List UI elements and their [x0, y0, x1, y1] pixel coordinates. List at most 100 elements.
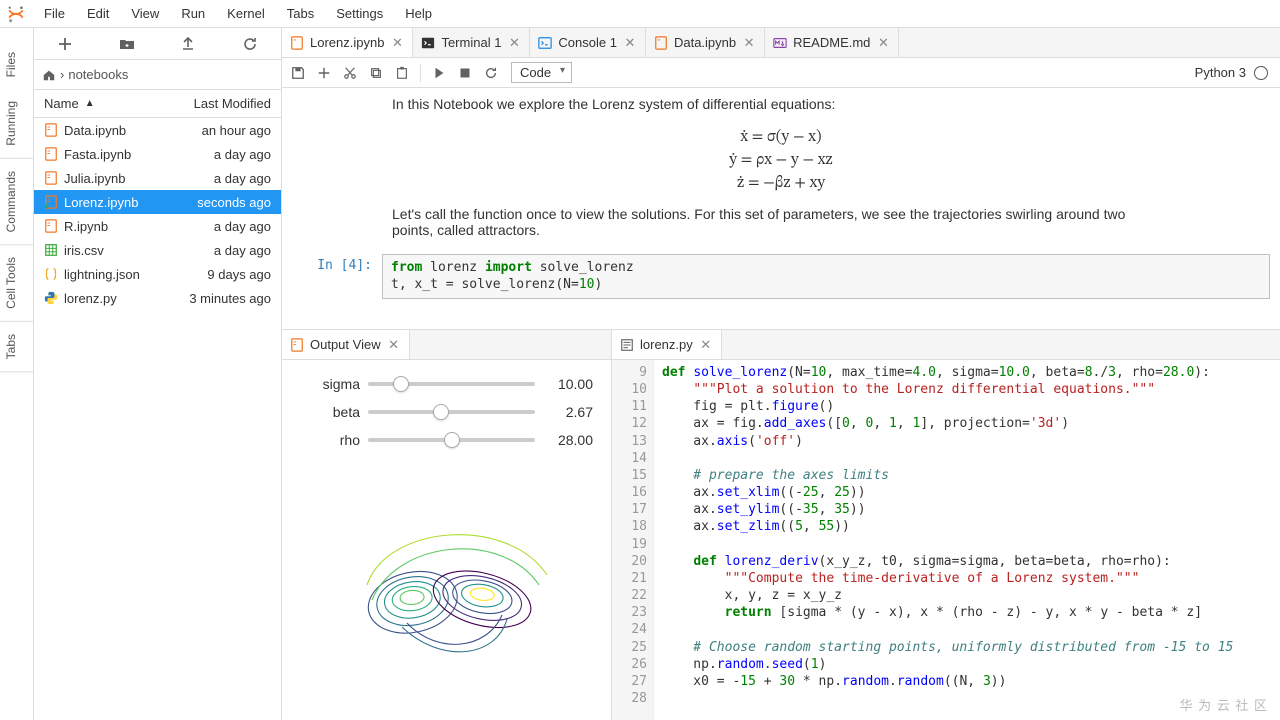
menu-file[interactable]: File	[34, 3, 75, 24]
tab-icon	[654, 36, 668, 50]
file-name: Julia.ipynb	[64, 171, 125, 186]
file-browser: › notebooks Name ▲ Last Modified Data.ipy…	[34, 28, 282, 720]
code-area[interactable]: def solve_lorenz(N=10, max_time=4.0, sig…	[654, 360, 1280, 720]
file-row[interactable]: lightning.json 9 days ago	[34, 262, 281, 286]
save-icon[interactable]	[290, 65, 306, 81]
menu-edit[interactable]: Edit	[77, 3, 119, 24]
menu-view[interactable]: View	[121, 3, 169, 24]
code-cell[interactable]: In [4]: from lorenz import solve_lorenz …	[282, 254, 1270, 299]
document-tab[interactable]: README.md✕	[765, 28, 899, 57]
file-row[interactable]: R.ipynba day ago	[34, 214, 281, 238]
equations: ẋ = σ(y − x) ẏ = ρx − y − xz ż = −βz + x…	[282, 122, 1280, 206]
add-cell-icon[interactable]	[316, 65, 332, 81]
slider-track[interactable]	[368, 410, 535, 414]
slider-knob[interactable]	[444, 432, 460, 448]
cell-type-select[interactable]: Code	[511, 62, 572, 83]
side-tab-celltools[interactable]: Cell Tools	[0, 245, 33, 322]
kernel-status-icon	[1254, 66, 1268, 80]
document-tab[interactable]: Console 1 ✕	[530, 28, 646, 57]
file-modified: 9 days ago	[207, 267, 271, 282]
file-name: lightning.json	[64, 267, 140, 282]
file-row[interactable]: Data.ipynban hour ago	[34, 118, 281, 142]
tab-label: Console 1	[558, 35, 617, 50]
home-icon	[42, 68, 56, 82]
notebook-icon	[290, 338, 304, 352]
slider-beta: beta2.67	[300, 404, 593, 420]
new-launcher-icon[interactable]	[55, 34, 75, 54]
file-row[interactable]: lorenz.py 3 minutes ago	[34, 286, 281, 310]
notebook-content[interactable]: In this Notebook we explore the Lorenz s…	[282, 88, 1280, 329]
menu-settings[interactable]: Settings	[326, 3, 393, 24]
file-icon	[44, 219, 58, 233]
slider-knob[interactable]	[433, 404, 449, 420]
tab-output-view[interactable]: Output View ✕	[282, 330, 410, 359]
side-tab-running[interactable]: Running	[0, 89, 33, 159]
menu-tabs[interactable]: Tabs	[277, 3, 324, 24]
side-tab-commands[interactable]: Commands	[0, 159, 33, 245]
file-icon	[44, 291, 58, 305]
markdown-cell: In this Notebook we explore the Lorenz s…	[282, 96, 1142, 122]
file-modified: 3 minutes ago	[189, 291, 271, 306]
kernel-name[interactable]: Python 3	[1195, 65, 1246, 80]
file-row[interactable]: Fasta.ipynba day ago	[34, 142, 281, 166]
col-name[interactable]: Name	[44, 96, 79, 111]
close-icon[interactable]: ✕	[390, 36, 404, 50]
slider-label: beta	[300, 404, 360, 420]
side-tab-tabs[interactable]: Tabs	[0, 322, 33, 372]
markdown-cell: Let's call the function once to view the…	[282, 206, 1142, 248]
slider-sigma: sigma10.00	[300, 376, 593, 392]
close-icon[interactable]: ✕	[699, 338, 713, 352]
document-tab[interactable]: Data.ipynb✕	[646, 28, 765, 57]
tab-label: Output View	[310, 337, 381, 352]
tab-label: Lorenz.ipynb	[310, 35, 384, 50]
side-tab-files[interactable]: Files	[0, 40, 33, 89]
file-name: iris.csv	[64, 243, 104, 258]
run-icon[interactable]	[431, 65, 447, 81]
document-tabs: Lorenz.ipynb✕Terminal 1✕Console 1✕Data.i…	[282, 28, 1280, 58]
file-name: Fasta.ipynb	[64, 147, 131, 162]
menubar: File Edit View Run Kernel Tabs Settings …	[0, 0, 1280, 28]
menu-run[interactable]: Run	[171, 3, 215, 24]
document-tab[interactable]: Terminal 1 ✕	[413, 28, 530, 57]
editor-panel: lorenz.py ✕ 9 10 11 12 13 14 15 16 17 18…	[612, 330, 1280, 720]
file-row[interactable]: Lorenz.ipynbseconds ago	[34, 190, 281, 214]
close-icon[interactable]: ✕	[623, 36, 637, 50]
close-icon[interactable]: ✕	[507, 36, 521, 50]
upload-icon[interactable]	[178, 34, 198, 54]
menu-help[interactable]: Help	[395, 3, 442, 24]
stop-icon[interactable]	[457, 65, 473, 81]
tab-lorenz-py[interactable]: lorenz.py ✕	[612, 330, 722, 359]
tab-label: Terminal 1	[441, 35, 501, 50]
file-name: Lorenz.ipynb	[64, 195, 138, 210]
document-tab[interactable]: Lorenz.ipynb ✕	[282, 28, 413, 57]
file-icon	[44, 147, 58, 161]
sort-icon: ▲	[85, 98, 95, 109]
close-icon[interactable]: ✕	[387, 338, 401, 352]
new-folder-icon[interactable]	[117, 34, 137, 54]
restart-icon[interactable]	[483, 65, 499, 81]
file-name: lorenz.py	[64, 291, 117, 306]
cut-icon[interactable]	[342, 65, 358, 81]
refresh-icon[interactable]	[240, 34, 260, 54]
file-modified: a day ago	[214, 243, 271, 258]
breadcrumb[interactable]: › notebooks	[34, 60, 281, 90]
file-name: R.ipynb	[64, 219, 108, 234]
file-row[interactable]: Julia.ipynba day ago	[34, 166, 281, 190]
file-row[interactable]: iris.csv a day ago	[34, 238, 281, 262]
cell-editor[interactable]: from lorenz import solve_lorenz t, x_t =…	[382, 254, 1270, 299]
close-icon[interactable]: ✕	[876, 36, 890, 50]
slider-value: 10.00	[543, 376, 593, 392]
col-modified[interactable]: Last Modified	[194, 96, 271, 111]
slider-track[interactable]	[368, 438, 535, 442]
menu-kernel[interactable]: Kernel	[217, 3, 275, 24]
tab-icon	[290, 36, 304, 50]
paste-icon[interactable]	[394, 65, 410, 81]
copy-icon[interactable]	[368, 65, 384, 81]
code-editor[interactable]: 9 10 11 12 13 14 15 16 17 18 19 20 21 22…	[612, 360, 1280, 720]
cell-prompt: In [4]:	[282, 254, 382, 299]
close-icon[interactable]: ✕	[742, 36, 756, 50]
slider-knob[interactable]	[393, 376, 409, 392]
slider-track[interactable]	[368, 382, 535, 386]
file-browser-toolbar	[34, 28, 281, 60]
breadcrumb-item[interactable]: notebooks	[68, 67, 128, 82]
